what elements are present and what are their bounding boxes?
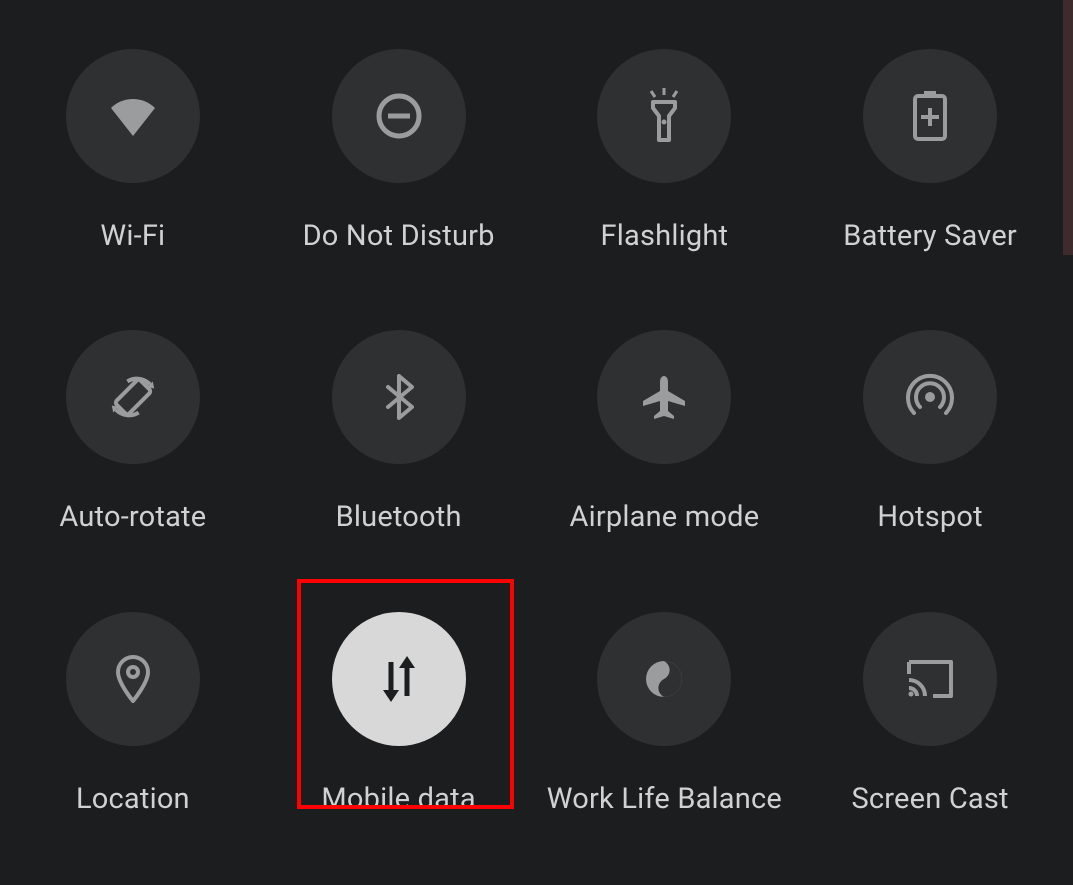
bluetooth-icon xyxy=(384,374,414,420)
tile-wifi-circle xyxy=(66,49,200,183)
quick-settings-panel: Wi-Fi Do Not Disturb Flashlight xyxy=(0,0,1063,885)
tile-bluetooth[interactable]: Bluetooth xyxy=(266,292,532,574)
tile-airplane-circle xyxy=(597,330,731,464)
tile-mobile-data[interactable]: Mobile data xyxy=(266,573,532,855)
tile-flashlight[interactable]: Flashlight xyxy=(532,10,798,292)
tile-wifi[interactable]: Wi-Fi xyxy=(0,10,266,292)
tile-mobile-data-label: Mobile data xyxy=(321,782,475,816)
flashlight-icon xyxy=(641,88,687,144)
tile-location[interactable]: Location xyxy=(0,573,266,855)
side-accent xyxy=(1063,0,1073,255)
tile-bluetooth-label: Bluetooth xyxy=(336,500,462,534)
tile-flashlight-label: Flashlight xyxy=(601,219,729,253)
tile-dnd-label: Do Not Disturb xyxy=(303,219,495,253)
tile-mobile-data-circle xyxy=(332,612,466,746)
tile-flashlight-circle xyxy=(597,49,731,183)
cast-icon xyxy=(905,658,955,700)
tile-airplane-label: Airplane mode xyxy=(569,500,759,534)
auto-rotate-icon xyxy=(108,372,158,422)
tile-auto-rotate-circle xyxy=(66,330,200,464)
tile-auto-rotate-label: Auto-rotate xyxy=(59,500,206,534)
tile-hotspot-label: Hotspot xyxy=(877,500,982,534)
tile-work-life[interactable]: Work Life Balance xyxy=(532,573,798,855)
tile-dnd[interactable]: Do Not Disturb xyxy=(266,10,532,292)
tile-work-life-label: Work Life Balance xyxy=(547,782,782,816)
hotspot-icon xyxy=(906,373,954,421)
location-icon xyxy=(115,655,151,703)
battery-saver-icon xyxy=(913,91,947,141)
tile-battery-saver-label: Battery Saver xyxy=(843,219,1017,253)
tile-battery-saver[interactable]: Battery Saver xyxy=(797,10,1063,292)
work-life-balance-icon xyxy=(644,659,684,699)
tile-hotspot-circle xyxy=(863,330,997,464)
wifi-icon xyxy=(108,96,158,136)
tile-location-circle xyxy=(66,612,200,746)
tile-bluetooth-circle xyxy=(332,330,466,464)
tile-screen-cast-circle xyxy=(863,612,997,746)
tile-auto-rotate[interactable]: Auto-rotate xyxy=(0,292,266,574)
tile-airplane[interactable]: Airplane mode xyxy=(532,292,798,574)
tile-battery-saver-circle xyxy=(863,49,997,183)
tile-wifi-label: Wi-Fi xyxy=(100,219,165,253)
tile-screen-cast-label: Screen Cast xyxy=(852,782,1009,816)
tile-location-label: Location xyxy=(76,782,190,816)
tile-dnd-circle xyxy=(332,49,466,183)
tile-hotspot[interactable]: Hotspot xyxy=(797,292,1063,574)
dnd-icon xyxy=(375,92,423,140)
tile-work-life-circle xyxy=(597,612,731,746)
tile-screen-cast[interactable]: Screen Cast xyxy=(797,573,1063,855)
mobile-data-icon xyxy=(377,654,421,704)
airplane-icon xyxy=(640,373,688,421)
